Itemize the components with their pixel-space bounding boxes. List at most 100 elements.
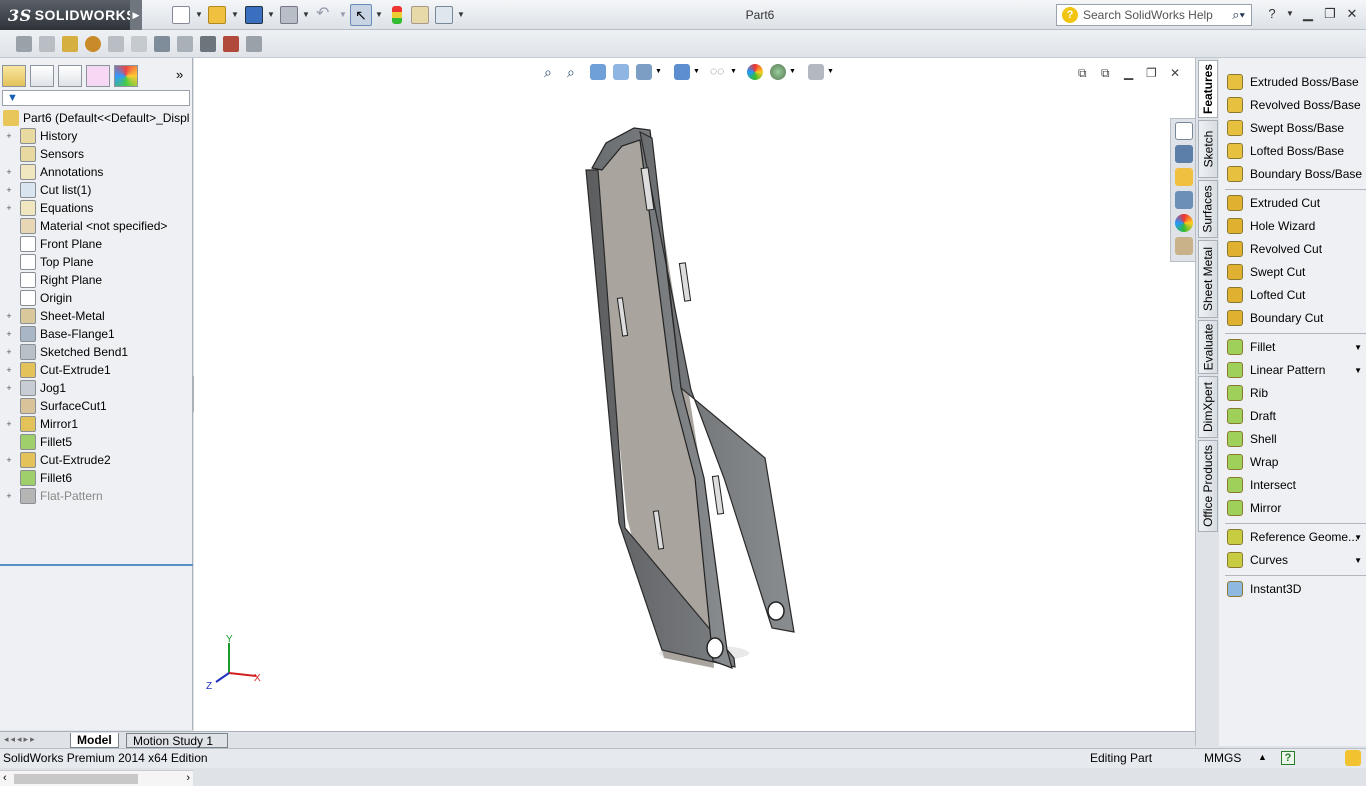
search-icon[interactable]: ⌕▾ <box>1232 7 1245 23</box>
options-icon[interactable] <box>435 6 453 24</box>
tab-sheet-metal[interactable]: Sheet Metal <box>1198 240 1218 318</box>
tree-item[interactable]: Top Plane <box>0 253 193 271</box>
print-icon[interactable] <box>280 6 298 24</box>
command-intersect[interactable]: Intersect <box>1219 474 1366 496</box>
command-linear-pattern[interactable]: Linear Pattern ▼ <box>1219 359 1366 381</box>
tree-item[interactable]: + Base-Flange1 <box>0 325 193 343</box>
tree-filter-input[interactable]: ▼ <box>2 90 190 106</box>
select-dropdown-icon[interactable]: ▼ <box>375 10 383 19</box>
expand-toggle-icon[interactable]: + <box>4 419 14 429</box>
command-hole-wizard[interactable]: Hole Wizard <box>1219 215 1366 237</box>
rebuild-icon[interactable] <box>392 6 402 24</box>
bend-tool-icon[interactable] <box>108 36 124 52</box>
tab-scroll-arrows-icon[interactable]: ◂◂◂▸▸ <box>4 734 37 745</box>
command-extruded-cut[interactable]: Extruded Cut <box>1219 192 1366 214</box>
print-dropdown-icon[interactable]: ▼ <box>302 10 310 19</box>
expand-toggle-icon[interactable]: + <box>4 365 14 375</box>
unit-system-arrow-icon[interactable]: ▲ <box>1258 752 1267 762</box>
expand-toggle-icon[interactable]: + <box>4 185 14 195</box>
tree-item[interactable]: Sensors <box>0 145 193 163</box>
expand-toggle-icon[interactable]: + <box>4 329 14 339</box>
command-rib[interactable]: Rib <box>1219 382 1366 404</box>
tab-office-products[interactable]: Office Products <box>1198 440 1218 532</box>
command-swept-boss-base[interactable]: Swept Boss/Base <box>1219 117 1366 139</box>
expand-toggle-icon[interactable]: + <box>4 347 14 357</box>
new-document-icon[interactable] <box>172 6 190 24</box>
command-revolved-boss-base[interactable]: Revolved Boss/Base <box>1219 94 1366 116</box>
tree-item[interactable]: Fillet6 <box>0 469 193 487</box>
save-icon[interactable] <box>245 6 263 24</box>
scroll-left-icon[interactable]: ‹ <box>3 772 7 784</box>
flex-tool-icon[interactable] <box>154 36 170 52</box>
expand-toggle-icon[interactable]: + <box>4 131 14 141</box>
command-dropdown-icon[interactable]: ▼ <box>1354 556 1362 565</box>
command-reference-geome[interactable]: Reference Geome... ▼ <box>1219 526 1366 548</box>
part-model-3d[interactable] <box>194 58 1195 731</box>
tab-features[interactable]: Features <box>1198 60 1218 118</box>
tree-item[interactable]: + Cut list(1) <box>0 181 193 199</box>
minimize-window-icon[interactable]: ▁ <box>1298 6 1318 22</box>
feature-manager-tab-icon[interactable] <box>2 65 26 87</box>
tab-surfaces[interactable]: Surfaces <box>1198 180 1218 238</box>
command-boundary-cut[interactable]: Boundary Cut <box>1219 307 1366 329</box>
tree-horizontal-scrollbar[interactable]: ‹ › <box>0 770 193 786</box>
scroll-thumb[interactable] <box>14 774 138 784</box>
property-manager-tab-icon[interactable] <box>30 65 54 87</box>
rebuild-notify-icon[interactable] <box>1345 750 1361 766</box>
tree-item[interactable]: Material <not specified> <box>0 217 193 235</box>
link-tool-icon[interactable] <box>131 36 147 52</box>
dimxpert-manager-tab-icon[interactable] <box>86 65 110 87</box>
command-curves[interactable]: Curves ▼ <box>1219 549 1366 571</box>
tree-item[interactable]: Fillet5 <box>0 433 193 451</box>
command-swept-cut[interactable]: Swept Cut <box>1219 261 1366 283</box>
close-window-icon[interactable]: ✕ <box>1342 6 1362 22</box>
command-dropdown-icon[interactable]: ▼ <box>1354 366 1362 375</box>
options-dropdown-icon[interactable]: ▼ <box>457 10 465 19</box>
tab-dimxpert[interactable]: DimXpert <box>1198 376 1218 438</box>
expand-toggle-icon[interactable]: + <box>4 311 14 321</box>
display-manager-tab-icon[interactable] <box>114 65 138 87</box>
tree-item[interactable]: + Mirror1 <box>0 415 193 433</box>
expand-toggle-icon[interactable]: + <box>4 491 14 501</box>
command-boundary-boss-base[interactable]: Boundary Boss/Base <box>1219 163 1366 185</box>
help-menu-icon[interactable]: ? <box>1262 6 1282 21</box>
help-dropdown-icon[interactable]: ▼ <box>1280 9 1300 18</box>
tree-item[interactable]: + History <box>0 127 193 145</box>
box-tool-icon[interactable] <box>177 36 193 52</box>
select-pointer-icon[interactable]: ↖ <box>350 4 372 26</box>
expand-toggle-icon[interactable]: + <box>4 167 14 177</box>
save-dropdown-icon[interactable]: ▼ <box>267 10 275 19</box>
tree-item[interactable]: + Flat-Pattern <box>0 487 193 505</box>
tree-item[interactable]: + Cut-Extrude2 <box>0 451 193 469</box>
tree-item[interactable]: SurfaceCut1 <box>0 397 193 415</box>
ref-tool-icon[interactable] <box>62 36 78 52</box>
search-input[interactable]: Search SolidWorks Help <box>1083 8 1213 22</box>
tree-rollback-bar[interactable] <box>0 564 193 566</box>
open-folder-icon[interactable] <box>208 6 226 24</box>
command-lofted-boss-base[interactable]: Lofted Boss/Base <box>1219 140 1366 162</box>
tab-model[interactable]: Model <box>70 733 119 748</box>
command-shell[interactable]: Shell <box>1219 428 1366 450</box>
command-revolved-cut[interactable]: Revolved Cut <box>1219 238 1366 260</box>
tree-root[interactable]: Part6 (Default<<Default>_Displ <box>0 109 193 127</box>
quick-tips-icon[interactable]: ? <box>1281 751 1295 765</box>
command-mirror[interactable]: Mirror <box>1219 497 1366 519</box>
tree-item[interactable]: Front Plane <box>0 235 193 253</box>
command-dropdown-icon[interactable]: ▼ <box>1354 343 1362 352</box>
tree-item[interactable]: Right Plane <box>0 271 193 289</box>
tree-item[interactable]: + Jog1 <box>0 379 193 397</box>
tree-item[interactable]: + Sketched Bend1 <box>0 343 193 361</box>
undo-icon[interactable]: ↶ <box>316 6 334 24</box>
tab-sketch[interactable]: Sketch <box>1198 120 1218 178</box>
help-search-box[interactable]: ? Search SolidWorks Help ⌕▾ <box>1056 4 1252 26</box>
convert-tool-icon[interactable] <box>39 36 55 52</box>
graphics-area[interactable]: ⌕ ⌕ ▼ ▼ ◌◌ ▼ ▼ ▼ ⧉ ⧉ ▁ ❐ ✕ Y X Z <box>194 58 1196 731</box>
command-dropdown-icon[interactable]: ▼ <box>1354 533 1362 542</box>
tree-item[interactable]: Origin <box>0 289 193 307</box>
tree-item[interactable]: + Sheet-Metal <box>0 307 193 325</box>
tab-evaluate[interactable]: Evaluate <box>1198 320 1218 374</box>
tree-item[interactable]: + Cut-Extrude1 <box>0 361 193 379</box>
open-dropdown-icon[interactable]: ▼ <box>231 10 239 19</box>
new-dropdown-icon[interactable]: ▼ <box>195 10 203 19</box>
command-wrap[interactable]: Wrap <box>1219 451 1366 473</box>
